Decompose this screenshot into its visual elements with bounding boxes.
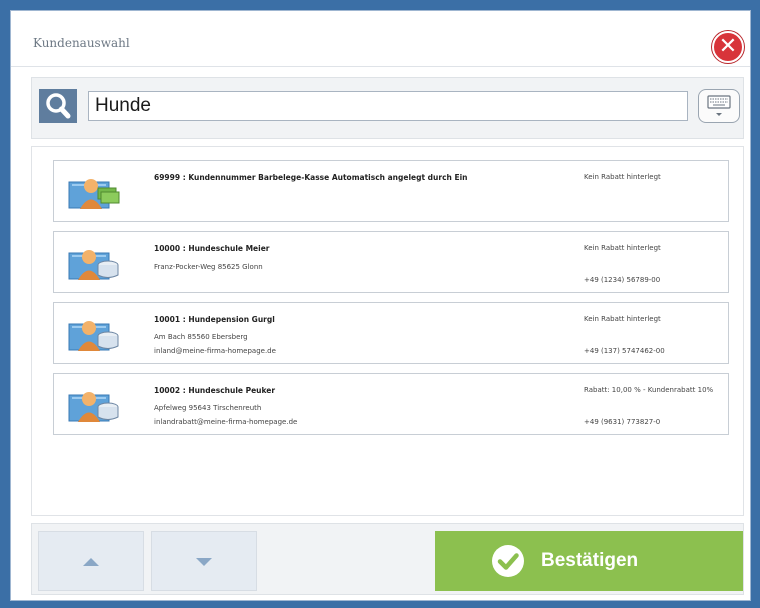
confirm-label: Bestätigen bbox=[541, 550, 639, 571]
close-button[interactable]: ✕ bbox=[712, 31, 744, 63]
customer-row[interactable]: 10001 : Hundepension Gurgl Am Bach 85560… bbox=[53, 302, 729, 364]
dialog-title: Kundenauswahl bbox=[33, 36, 130, 50]
customer-address: Franz-Pocker-Weg 85625 Glonn bbox=[154, 263, 263, 271]
search-button[interactable] bbox=[39, 89, 77, 123]
arrow-down-icon bbox=[196, 558, 212, 566]
scroll-up-button[interactable] bbox=[38, 531, 144, 591]
customer-discount: Kein Rabatt hinterlegt bbox=[584, 244, 661, 252]
search-panel bbox=[31, 77, 744, 139]
customer-list: 69999 : Kundennummer Barbelege-Kasse Aut… bbox=[31, 146, 744, 516]
footer-bar: Bestätigen bbox=[31, 523, 744, 595]
customer-name: 10002 : Hundeschule Peuker bbox=[154, 386, 276, 395]
checkmark-icon bbox=[492, 545, 524, 577]
customer-address: Am Bach 85560 Ebersberg bbox=[154, 333, 248, 341]
customer-discount: Rabatt: 10,00 % - Kundenrabatt 10% bbox=[584, 386, 714, 394]
arrow-up-icon bbox=[83, 558, 99, 566]
keyboard-button[interactable] bbox=[698, 89, 740, 123]
customer-selection-dialog: Kundenauswahl ✕ Hunde 69999: Kundennumm… bbox=[10, 10, 751, 601]
keyboard-icon bbox=[707, 95, 731, 116]
customer-phone: +49 (137) 5747462-00 bbox=[584, 347, 665, 355]
search-input[interactable] bbox=[88, 91, 688, 121]
customer-database-icon bbox=[68, 392, 119, 422]
customer-phone: +49 (1234) 56789-00 bbox=[584, 276, 661, 284]
customer-discount: Kein Rabatt hinterlegt bbox=[584, 315, 661, 323]
customer-email: inland@meine-firma-homepage.de bbox=[154, 347, 276, 355]
customer-name: 69999 : Kundennummer Barbelege-Kasse Aut… bbox=[154, 173, 468, 182]
customer-email: inlandrabatt@meine-firma-homepage.de bbox=[154, 418, 298, 426]
customer-cash-icon bbox=[68, 179, 120, 209]
customer-database-icon bbox=[68, 250, 119, 280]
customer-database-icon bbox=[68, 321, 119, 351]
customer-row[interactable]: 69999 : Kundennummer Barbelege-Kasse Aut… bbox=[53, 160, 729, 222]
search-icon bbox=[46, 93, 71, 119]
customer-name: 10000 : Hundeschule Meier bbox=[154, 244, 270, 253]
close-icon: ✕ bbox=[718, 34, 738, 59]
customer-discount: Kein Rabatt hinterlegt bbox=[584, 173, 661, 181]
dialog-titlebar: Kundenauswahl ✕ bbox=[11, 11, 750, 67]
customer-name: 10001 : Hundepension Gurgl bbox=[154, 315, 275, 324]
customer-address: Apfelweg 95643 Tirschenreuth bbox=[154, 404, 262, 412]
customer-row[interactable]: 10002 : Hundeschule Peuker Apfelweg 9564… bbox=[53, 373, 729, 435]
customer-row[interactable]: 10000 : Hundeschule Meier Franz-Pocker-W… bbox=[53, 231, 729, 293]
scroll-down-button[interactable] bbox=[151, 531, 257, 591]
confirm-button[interactable]: Bestätigen bbox=[435, 531, 743, 591]
customer-phone: +49 (9631) 773827-0 bbox=[584, 418, 661, 426]
